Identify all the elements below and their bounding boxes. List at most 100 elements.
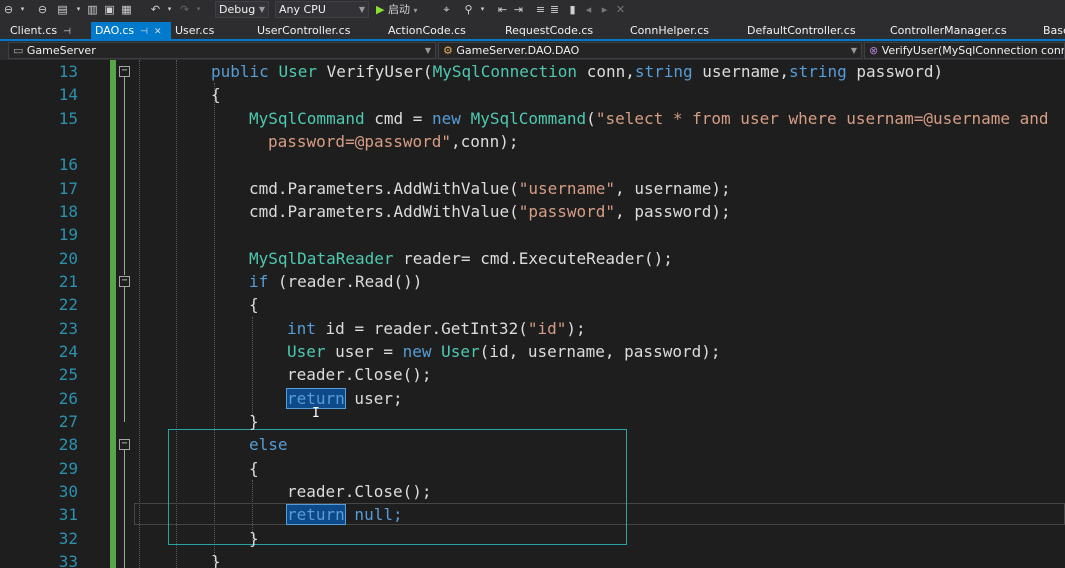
collapse-toggle[interactable]: − [119, 276, 130, 287]
token: } [249, 412, 259, 431]
tab-label: User.cs [175, 24, 215, 37]
collapse-toggle[interactable]: − [119, 66, 130, 77]
code-line-25[interactable]: reader.Close(); [287, 363, 432, 386]
configuration-select[interactable]: Debug ▼ [215, 1, 269, 18]
dropdown-arrow-icon[interactable]: ▾ [72, 3, 85, 16]
tab-label: UserController.cs [257, 24, 351, 37]
tab-defaultcontroller-cs[interactable]: DefaultController.cs [747, 22, 856, 39]
indent-icon[interactable]: ⇥ [512, 3, 525, 16]
new-project-icon[interactable]: ▤ [56, 3, 69, 16]
token: string [634, 62, 693, 81]
code-line-17[interactable]: cmd.Parameters.AddWithValue("username", … [249, 177, 731, 200]
forward-icon[interactable]: ⊖ [36, 3, 49, 16]
tab-label: Base [1043, 24, 1065, 37]
csharp-project-icon: ▭ [13, 44, 24, 57]
code-line-20[interactable]: MySqlDataReader reader= cmd.ExecuteReade… [249, 247, 673, 270]
code-line-23[interactable]: int id = reader.GetInt32("id"); [287, 317, 586, 340]
find-in-files-icon[interactable]: ⚲ [462, 3, 475, 16]
member-dropdown[interactable]: ⊗ VerifyUser(MySqlConnection conn, s [864, 42, 1065, 59]
token: new [432, 109, 461, 128]
token: string [788, 62, 847, 81]
prev-bookmark-icon[interactable]: ◂ [582, 3, 595, 16]
format-icon[interactable]: ⇤ [496, 3, 509, 16]
line-number: 32 [58, 529, 78, 548]
code-line-29[interactable]: { [249, 457, 259, 480]
code-line-26[interactable]: return user; [286, 387, 403, 410]
code-line-24[interactable]: User user = new User(id, username, passw… [287, 340, 721, 363]
start-button[interactable]: ▶ 启动 ▾ [376, 0, 417, 22]
token: MySqlCommand [470, 109, 587, 128]
next-bookmark-icon[interactable]: ▸ [598, 3, 611, 16]
dropdown-arrow-icon[interactable]: ▾ [16, 3, 29, 16]
tab-base[interactable]: Base [1043, 22, 1065, 39]
tab-controllermanager-cs[interactable]: ControllerManager.cs [890, 22, 1007, 39]
code-line-30[interactable]: reader.Close(); [287, 480, 432, 503]
code-line-15[interactable]: MySqlCommand cmd = new MySqlCommand("sel… [249, 107, 1049, 130]
dropdown-arrow-icon[interactable]: ▾ [476, 3, 489, 16]
chevron-down-icon: ▼ [358, 5, 365, 14]
line-number: 15 [58, 109, 78, 128]
tab-label: DefaultController.cs [747, 24, 856, 37]
open-icon[interactable]: ▥ [86, 3, 99, 16]
line-number: 27 [58, 412, 78, 431]
undo-icon[interactable]: ↶ [149, 3, 162, 16]
token: cmd.Parameters.AddWithValue( [249, 179, 519, 198]
token: reader.Close(); [287, 482, 432, 501]
comment-icon[interactable]: ≡ [534, 3, 547, 16]
clear-bookmarks-icon[interactable]: ✕ [614, 3, 627, 16]
code-line-32[interactable]: } [249, 527, 259, 550]
outline-line [124, 77, 125, 275]
type-name: GameServer.DAO.DAO [456, 44, 580, 57]
attach-icon[interactable]: ⌖ [440, 3, 453, 16]
document-tabs: Client.cs ⊣ DAO.cs ⊣ ✕ User.cs UserControll… [0, 22, 1065, 41]
pin-icon[interactable]: ⊣ [63, 27, 71, 37]
token: MySqlConnection [432, 62, 578, 81]
line-number: 24 [58, 342, 78, 361]
code-line-27[interactable]: } [249, 410, 259, 433]
code-line-13[interactable]: public User VerifyUser(MySqlConnection c… [211, 60, 943, 83]
type-dropdown[interactable]: ⚙ GameServer.DAO.DAO ▼ [438, 42, 862, 59]
platform-select[interactable]: Any CPU ▼ [275, 1, 369, 18]
code-line-31[interactable]: return null; [286, 503, 403, 526]
configuration-value: Debug [219, 3, 256, 16]
tab-requestcode-cs[interactable]: RequestCode.cs [505, 22, 593, 39]
token: VerifyUser( [316, 62, 433, 81]
tab-dao-cs[interactable]: DAO.cs ⊣ ✕ [91, 22, 171, 39]
bookmark-icon[interactable]: ▮ [566, 3, 579, 16]
code-line-22[interactable]: { [249, 293, 259, 316]
token: ,conn); [451, 132, 519, 151]
line-number: 31 [58, 505, 78, 524]
tab-user-cs[interactable]: User.cs [175, 22, 214, 39]
code-line-28[interactable]: else [249, 433, 288, 456]
token: null; [344, 505, 403, 524]
tab-actioncode-cs[interactable]: ActionCode.cs [388, 22, 466, 39]
dropdown-arrow-icon[interactable]: ▾ [163, 3, 176, 16]
outline-line [124, 450, 125, 568]
tab-client-cs[interactable]: Client.cs ⊣ [10, 22, 71, 39]
code-line-15-wrap[interactable]: password=@password",conn); [268, 130, 518, 153]
code-line-33[interactable]: } [211, 550, 221, 568]
code-line-14[interactable]: { [211, 83, 221, 106]
dropdown-arrow-icon[interactable]: ▾ [192, 3, 205, 16]
project-dropdown[interactable]: ▭ GameServer ▼ [8, 42, 436, 59]
token: } [249, 529, 259, 548]
token: { [211, 85, 221, 104]
pin-icon[interactable]: ⊣ [140, 27, 148, 37]
close-icon[interactable]: ✕ [154, 27, 162, 37]
redo-icon[interactable]: ↷ [178, 3, 191, 16]
code-line-18[interactable]: cmd.Parameters.AddWithValue("password", … [249, 200, 731, 223]
tab-connhelper-cs[interactable]: ConnHelper.cs [630, 22, 709, 39]
tab-usercontroller-cs[interactable]: UserController.cs [257, 22, 350, 39]
save-all-icon[interactable]: ▦ [120, 3, 133, 16]
back-icon[interactable]: ⊖ [2, 3, 15, 16]
collapse-toggle[interactable]: − [119, 439, 130, 450]
save-icon[interactable]: ▣ [103, 3, 116, 16]
uncomment-icon[interactable]: ≣ [548, 3, 561, 16]
token: ( [586, 109, 596, 128]
token: { [249, 295, 259, 314]
navigation-bar: ▭ GameServer ▼ ⚙ GameServer.DAO.DAO ▼ ⊗ … [0, 41, 1065, 60]
code-editor[interactable]: 13 14 15 16 17 18 19 20 21 22 23 24 25 2… [0, 60, 1065, 568]
code-line-21[interactable]: if (reader.Read()) [249, 270, 422, 293]
